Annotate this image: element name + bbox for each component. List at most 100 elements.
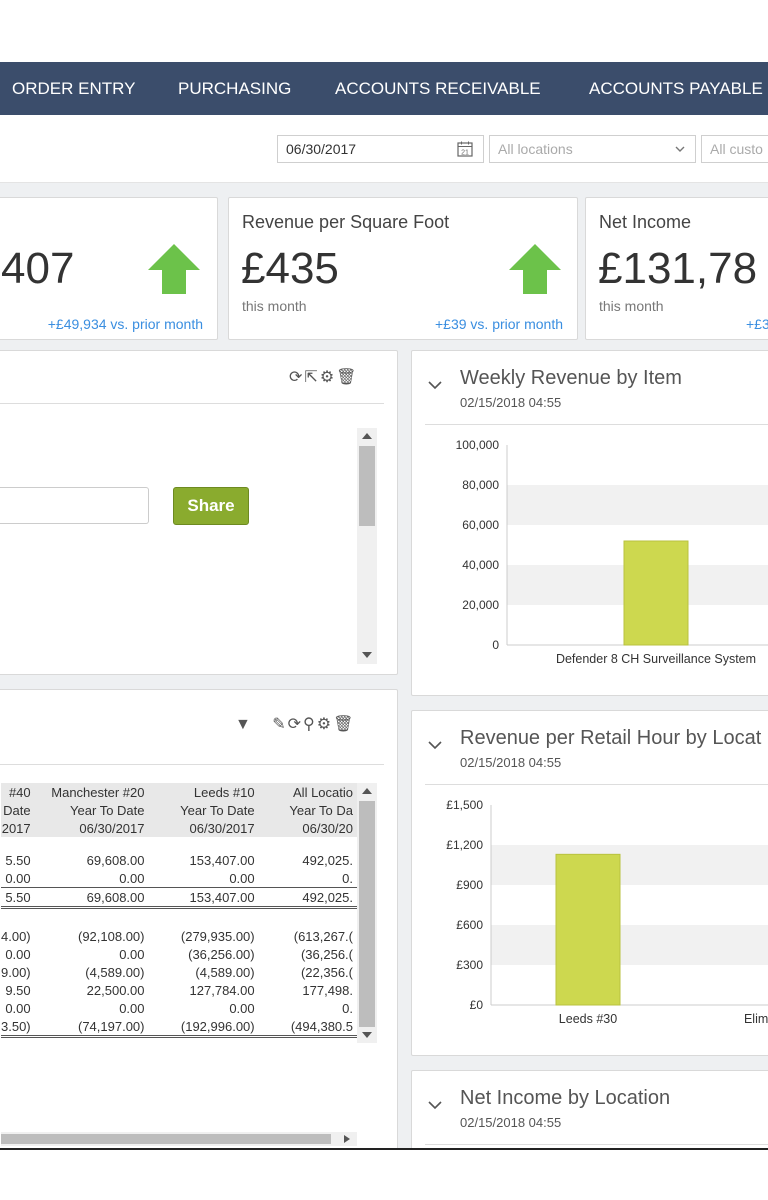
table-vertical-scrollbar[interactable]: [357, 783, 377, 1043]
chart-bar: [555, 853, 621, 1006]
filter-icon[interactable]: ▼: [235, 716, 253, 733]
table-cell: 69,608.00: [34, 887, 149, 909]
locations-select-value: All locations: [498, 141, 573, 157]
panel-date: 02/15/2018 04:55: [460, 1115, 562, 1130]
table-cell: (192,996.00): [148, 1017, 259, 1038]
nav-purchasing[interactable]: PURCHASING: [178, 62, 291, 115]
table-cell: 0.00: [119, 946, 145, 962]
table-cell: (613,267.(: [293, 928, 353, 944]
table-cell: 177,498.: [302, 982, 353, 998]
table-cell: 3.50): [1, 1017, 35, 1038]
panel-toolbar: ⟳⇱⚙🗑: [289, 367, 358, 387]
scroll-right-icon[interactable]: [343, 1135, 351, 1143]
scroll-down-icon[interactable]: [362, 1031, 372, 1039]
share-button[interactable]: Share: [173, 487, 249, 525]
table-header-row: #40 Manchester #20 Leeds #10 All Locatio: [1, 783, 357, 801]
y-tick-label: 60,000: [462, 518, 499, 532]
gear-icon[interactable]: ⚙: [320, 369, 336, 386]
window-bottom-border: [0, 1148, 768, 1150]
kpi-value: £131,78: [598, 244, 758, 293]
table-header-cell: 06/30/2017: [79, 820, 145, 836]
table-row: 3.50) (74,197.00) (192,996.00) (494,380.5: [1, 1017, 357, 1038]
grid-band: [507, 485, 768, 525]
kpi-delta: +£39 vs. prior month: [434, 316, 563, 332]
trash-icon[interactable]: 🗑: [336, 369, 358, 386]
nav-accounts-receivable[interactable]: ACCOUNTS RECEIVABLE: [335, 62, 541, 115]
chart-container: £1,500 £1,200 £900 £600 £300 £0 Leeds #30 Elimi…: [425, 784, 768, 1045]
table-cell: (74,197.00): [34, 1017, 149, 1038]
table-cell: 0.00: [34, 869, 149, 888]
calendar-icon[interactable]: 21: [457, 141, 473, 157]
collapse-chevron-icon[interactable]: [428, 1101, 442, 1110]
y-tick-label: £300: [456, 958, 483, 972]
table-header-cell: Manchester #20: [51, 784, 145, 800]
scroll-up-icon[interactable]: [362, 432, 372, 440]
table-row: 5.50 69,608.00 153,407.00 492,025.: [1, 887, 357, 909]
gear-icon[interactable]: ⚙: [317, 716, 333, 733]
kpi-title: Revenue per Square Foot: [242, 212, 450, 232]
table-header-cell: Year To Date: [70, 802, 145, 818]
filter-bar: 06/30/2017 21 All locations All custo: [0, 115, 768, 183]
refresh-icon[interactable]: ⟳: [288, 716, 303, 733]
table-cell: 492,025.: [258, 887, 357, 909]
table-cell: 9.00): [1, 964, 31, 980]
table-row: 0.00 0.00 (36,256.00) (36,256.(: [1, 945, 357, 963]
scroll-down-icon[interactable]: [362, 651, 372, 659]
table-cell: (36,256.(: [300, 946, 353, 962]
trash-icon[interactable]: 🗑: [333, 716, 355, 733]
customers-select[interactable]: All custo: [701, 135, 768, 163]
table-cell: 127,784.00: [189, 982, 255, 998]
weekly-revenue-chart: 100,000 80,000 60,000 40,000 20,000 0 Defender…: [456, 438, 768, 666]
scrollbar[interactable]: [357, 428, 377, 664]
grid-band: [491, 845, 768, 885]
collapse-chevron-icon[interactable]: [428, 741, 442, 750]
table-row: 0.000.000.000.: [1, 1036, 357, 1043]
share-input[interactable]: [0, 487, 149, 524]
table-header-cell: Year To Date: [180, 802, 255, 818]
scroll-up-icon[interactable]: [362, 787, 372, 795]
external-link-icon[interactable]: ⇱: [304, 369, 319, 386]
table-cell: (494,380.5: [258, 1017, 357, 1038]
divider: [0, 403, 384, 404]
scrollbar-thumb[interactable]: [359, 801, 375, 1027]
nav-accounts-payable[interactable]: ACCOUNTS PAYABLE: [589, 62, 763, 115]
kpi-card-revenue: 407 +£49,934 vs. prior month: [0, 197, 218, 340]
y-tick-label: £1,200: [446, 838, 483, 852]
kpi-card-net-income: Net Income £131,78 this month +£3: [585, 197, 768, 340]
table-cell: 5.50: [5, 852, 31, 868]
table-cell: (92,108.00): [78, 928, 145, 944]
table-cell: 0.00: [229, 1000, 255, 1016]
table-cell: 0.: [258, 869, 357, 888]
chevron-down-icon: [675, 146, 685, 152]
share-panel: ⟳⇱⚙🗑 Share: [0, 350, 398, 675]
table-header-cell: Leeds #10: [193, 784, 255, 800]
date-field[interactable]: 06/30/2017 21: [277, 135, 484, 163]
panel-title: Revenue per Retail Hour by Locat: [460, 727, 762, 749]
chart-bar: [623, 540, 689, 646]
financial-table-viewport: #40 Manchester #20 Leeds #10 All Locatio Dat…: [1, 783, 357, 1043]
nav-order-entry[interactable]: ORDER ENTRY: [12, 62, 135, 115]
table-header-cell: 06/30/20: [302, 820, 353, 836]
table-header-cell: Date: [3, 802, 31, 818]
scrollbar-thumb[interactable]: [359, 446, 375, 526]
x-category-label: Leeds #30: [559, 1012, 617, 1026]
net-income-location-panel: Net Income by Location 02/15/2018 04:55: [411, 1070, 768, 1148]
table-cell: 0.00: [5, 946, 31, 962]
table-cell: 492,025.: [302, 852, 353, 868]
edit-icon[interactable]: ✎: [272, 716, 287, 733]
locations-select[interactable]: All locations: [489, 135, 696, 163]
table-cell: 0.: [258, 1036, 357, 1043]
table-cell: (279,935.00): [180, 928, 255, 944]
y-tick-label: 0: [492, 638, 499, 652]
financial-panel: ▼ ✎⟳⚲⚙🗑 #40 Manchester #20 Leeds #10 All Lo…: [0, 689, 398, 1148]
table-horizontal-scrollbar[interactable]: [1, 1132, 357, 1146]
y-tick-label: £1,500: [446, 798, 483, 812]
refresh-icon[interactable]: ⟳: [289, 369, 304, 386]
search-icon[interactable]: ⚲: [303, 716, 317, 733]
collapse-chevron-icon[interactable]: [428, 381, 442, 390]
table-row: 5.50 69,608.00 153,407.00 492,025.: [1, 837, 357, 869]
revenue-per-hour-panel: Revenue per Retail Hour by Locat 02/15/2…: [411, 710, 768, 1056]
table-row: 0.000.000.000.: [1, 869, 357, 888]
top-nav: ORDER ENTRY PURCHASING ACCOUNTS RECEIVAB…: [0, 62, 768, 115]
scrollbar-thumb[interactable]: [1, 1134, 331, 1144]
